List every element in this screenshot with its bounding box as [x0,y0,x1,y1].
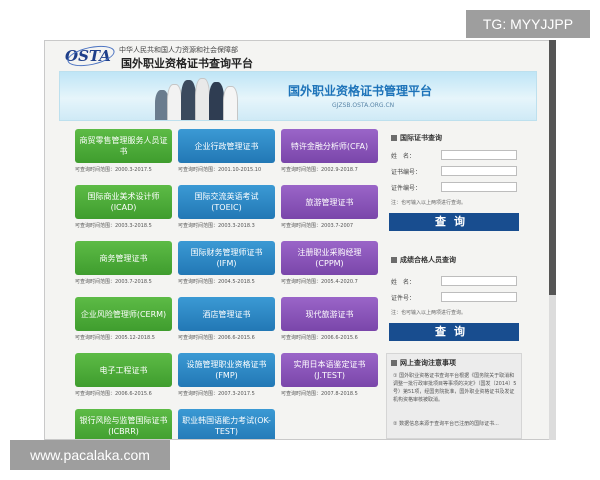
certificate-button[interactable]: 特许金融分析师(CFA) [281,129,378,163]
certificate-button[interactable]: 企业行政管理证书 [178,129,275,163]
certificate-button[interactable]: 国际交流英语考试(TOEIC) [178,185,275,219]
certificate-button[interactable]: 国际财务管理师证书(IFM) [178,241,275,275]
certificate-date-range: 可查询时间范围：2002.9-2018.7 [281,167,358,173]
telegram-watermark: TG: MYYJJPP [466,10,590,38]
certificate-button[interactable]: 国际商业美术设计师(ICAD) [75,185,172,219]
banner-url: GJZSB.OSTA.ORG.CN [332,102,395,109]
certificate-button[interactable]: 实用日本语鉴定证书(J.TEST) [281,353,378,387]
candidate-query-button[interactable]: 查询 [389,323,519,341]
candidate-name-input[interactable] [441,276,517,286]
certificate-date-range: 可查询时间范围：2006.6-2015.6 [75,391,152,397]
certificate-button[interactable]: 旅游管理证书 [281,185,378,219]
banner-title: 国外职业资格证书管理平台 [288,84,433,98]
scrollbar-thumb[interactable] [549,40,556,295]
certificate-date-range: 可查询时间范围：2001.10-2015.10 [178,167,262,173]
notice-panel: 网上查询注意事项 ① 国外职业资格证书查询平台根据《国务院关于取消和调整一批行政… [386,353,522,439]
banner: 国外职业资格证书管理平台 GJZSB.OSTA.ORG.CN [59,71,537,121]
site-title: 国外职业资格证书查询平台 [121,57,253,70]
certificate-date-range: 可查询时间范围：2000.3-2017.5 [75,167,152,173]
cert-name-input[interactable] [441,150,517,160]
site-watermark: www.pacalaka.com [10,440,170,470]
cert-number-label: 证书编号： [391,169,422,176]
certificate-button[interactable]: 银行风险与监管国际证书(ICBRR) [75,409,172,439]
certificate-date-range: 可查询时间范围：2005.4-2020.7 [281,279,358,285]
cert-query-heading: 国际证书查询 [391,133,442,143]
certificate-button[interactable]: 设施管理职业资格证书(FMP) [178,353,275,387]
certificate-date-range: 可查询时间范围：2006.6-2015.6 [178,335,255,341]
notice-item: ② 数据信息来源于查询平台已注册的国际证书... [393,421,499,427]
cert-number-input[interactable] [441,166,517,176]
candidate-query-heading: 成绩合格人员查询 [391,255,456,265]
notice-heading: 网上查询注意事项 [391,358,456,368]
certificate-button[interactable]: 企业风险管理师(CERM) [75,297,172,331]
certificate-date-range: 可查询时间范围：2007.3-2017.5 [178,391,255,397]
candidate-name-label: 姓 名： [391,279,416,286]
certificate-button[interactable]: 注册职业采购经理(CPPM) [281,241,378,275]
certificate-date-range: 可查询时间范围：2005.12-2018.5 [75,335,155,341]
certificate-date-range: 可查询时间范围：2006.6-2015.6 [281,335,358,341]
certificate-date-range: 可查询时间范围：2003.3-2018.3 [178,223,255,229]
cert-query-button[interactable]: 查询 [389,213,519,231]
certificate-date-range: 可查询时间范围：2003.7-2018.5 [75,279,152,285]
cert-name-label: 姓 名： [391,153,416,160]
website-screenshot: OSTA 中华人民共和国人力资源和社会保障部 国外职业资格证书查询平台 国外职业… [44,40,556,440]
certificate-button[interactable]: 商务管理证书 [75,241,172,275]
candidate-query-note: 注：也可输入以上两项进行查询。 [391,310,467,316]
people-photo-icon [155,76,245,120]
certificate-date-range: 可查询时间范围：2004.5-2018.5 [178,279,255,285]
ministry-name: 中华人民共和国人力资源和社会保障部 [119,46,238,54]
candidate-id-input[interactable] [441,292,517,302]
certificate-date-range: 可查询时间范围：2003.3-2018.5 [75,223,152,229]
header: OSTA 中华人民共和国人力资源和社会保障部 国外职业资格证书查询平台 [65,45,325,70]
certificate-button[interactable]: 商贸零售管理服务人员证书 [75,129,172,163]
osta-logo: OSTA [65,45,117,67]
certificate-button[interactable]: 电子工程证书 [75,353,172,387]
certificate-button[interactable]: 酒店管理证书 [178,297,275,331]
candidate-id-label: 证件号： [391,295,416,302]
certificate-date-range: 可查询时间范围：2007.8-2018.5 [281,391,358,397]
cert-id-label: 证件编号： [391,185,422,192]
certificate-date-range: 可查询时间范围：2003.7-2007 [281,223,354,229]
cert-query-note: 注：也可输入以上两项进行查询。 [391,200,467,206]
certificate-button[interactable]: 职业韩国语能力考试(OK-TEST) [178,409,275,439]
cert-id-input[interactable] [441,182,517,192]
notice-item: ① 国外职业资格证书查询平台根据《国务院关于取消和调整一批行政审批项目等事项的决… [393,373,517,403]
certificate-button[interactable]: 现代旅游证书 [281,297,378,331]
